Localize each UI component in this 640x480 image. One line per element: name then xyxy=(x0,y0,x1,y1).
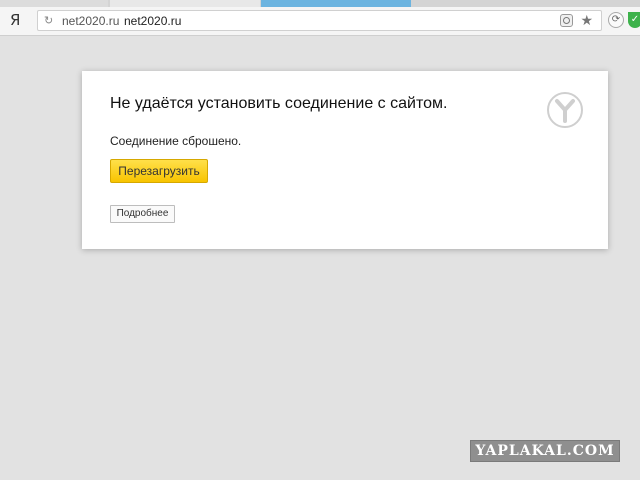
refresh-icon[interactable]: ↻ xyxy=(44,14,53,27)
reload-button[interactable]: Перезагрузить xyxy=(110,159,208,183)
sync-icon[interactable]: ⟳ xyxy=(608,12,624,28)
tab-active[interactable] xyxy=(261,0,411,7)
browser-toolbar: Я ↻ net2020.ru net2020.ru ★ ⟳ ✓ xyxy=(0,7,640,36)
error-card: Не удаётся установить соединение с сайто… xyxy=(82,71,608,249)
address-url[interactable]: net2020.ru xyxy=(124,14,181,28)
details-button[interactable]: Подробнее xyxy=(110,205,175,223)
star-icon[interactable]: ★ xyxy=(580,12,593,29)
yandex-logo-button[interactable]: Я xyxy=(10,11,20,29)
error-title: Не удаётся установить соединение с сайто… xyxy=(110,95,448,112)
shield-icon[interactable]: ✓ xyxy=(628,12,640,28)
tab-2[interactable] xyxy=(110,0,260,7)
watermark: YAPLAKAL.COM xyxy=(470,440,620,462)
tab-1[interactable] xyxy=(0,0,108,7)
tab-strip xyxy=(0,0,640,7)
error-message: Соединение сброшено. xyxy=(110,134,242,148)
yandex-browser-logo-icon xyxy=(547,92,583,128)
address-host: net2020.ru xyxy=(62,14,120,28)
address-bar[interactable]: ↻ net2020.ru net2020.ru ★ xyxy=(37,10,602,31)
protect-icon[interactable] xyxy=(560,14,573,27)
